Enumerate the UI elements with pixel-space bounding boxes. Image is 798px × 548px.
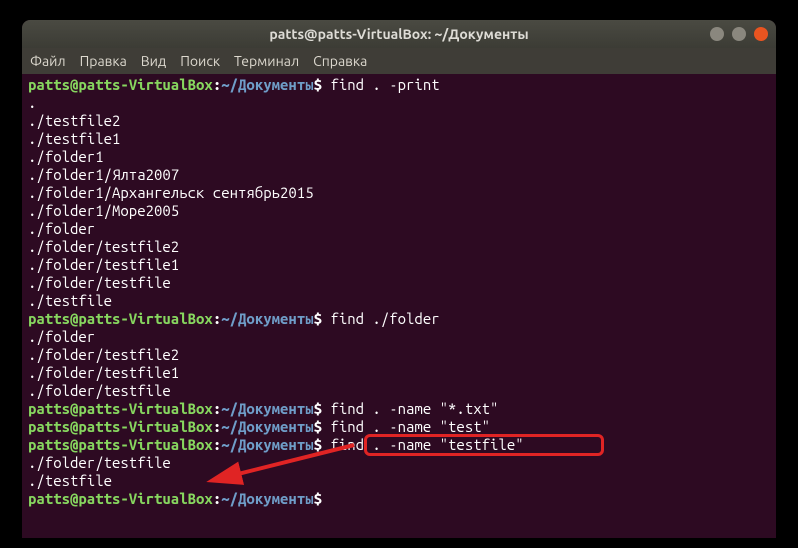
maximize-button[interactable] [732,27,746,41]
prompt-user: patts@patts-VirtualBox [28,400,213,417]
output-text: ./testfile2 [28,112,120,129]
prompt-sep: : [213,490,221,507]
output-line: ./folder [28,220,770,238]
prompt-line: patts@patts-VirtualBox:~/Документы$ find… [28,418,770,436]
prompt-line: patts@patts-VirtualBox:~/Документы$ find… [28,436,770,454]
prompt-line: patts@patts-VirtualBox:~/Документы$ find… [28,310,770,328]
output-text: ./folder1/Архангельск сентябрь2015 [28,184,314,201]
output-line: ./folder/testfile2 [28,346,770,364]
prompt-path: ~/Документы [221,436,313,453]
output-line: ./folder/testfile1 [28,256,770,274]
prompt-sep: : [213,436,221,453]
output-line: ./testfile [28,472,770,490]
prompt-path: ~/Документы [221,400,313,417]
command-text: find . -name "testfile" [322,436,524,453]
output-line: ./folder1/Ялта2007 [28,166,770,184]
output-text: ./folder/testfile [28,382,171,399]
prompt-path: ~/Документы [221,490,313,507]
output-text: ./folder1 [28,148,104,165]
prompt-sep: : [213,310,221,327]
menu-help[interactable]: Справка [313,53,367,69]
minimize-button[interactable] [710,27,724,41]
output-text: ./testfile [28,292,112,309]
command-text: find . -name "test" [322,418,490,435]
prompt-dollar: $ [314,490,322,507]
output-line: ./folder/testfile [28,454,770,472]
menu-edit[interactable]: Правка [80,53,127,69]
menu-file[interactable]: Файл [30,53,66,69]
prompt-sep: : [213,418,221,435]
close-button[interactable] [754,27,768,41]
output-line: ./testfile1 [28,130,770,148]
output-text: . [28,94,36,111]
prompt-line: patts@patts-VirtualBox:~/Документы$ find… [28,76,770,94]
output-text: ./folder [28,328,95,345]
prompt-user: patts@patts-VirtualBox [28,490,213,507]
menu-terminal[interactable]: Терминал [234,53,299,69]
prompt-path: ~/Документы [221,76,313,93]
output-text: ./folder/testfile1 [28,364,179,381]
output-line: ./folder/testfile1 [28,364,770,382]
output-line: ./testfile2 [28,112,770,130]
output-text: ./folder [28,220,95,237]
output-line: ./folder [28,328,770,346]
prompt-dollar: $ [314,436,322,453]
output-line: ./folder/testfile [28,274,770,292]
terminal-output[interactable]: patts@patts-VirtualBox:~/Документы$ find… [22,74,776,510]
titlebar: patts@patts-VirtualBox: ~/Документы [22,20,776,48]
output-line: ./folder/testfile [28,382,770,400]
menubar: Файл Правка Вид Поиск Терминал Справка [22,48,776,74]
output-text: ./testfile1 [28,130,120,147]
command-text: find . -name "*.txt" [322,400,498,417]
output-line: ./folder1/Архангельск сентябрь2015 [28,184,770,202]
output-line: ./folder/testfile2 [28,238,770,256]
prompt-path: ~/Документы [221,310,313,327]
prompt-sep: : [213,76,221,93]
output-line: ./folder1/Море2005 [28,202,770,220]
output-text: ./folder/testfile2 [28,346,179,363]
prompt-dollar: $ [314,418,322,435]
output-line: . [28,94,770,112]
output-text: ./folder1/Море2005 [28,202,179,219]
prompt-user: patts@patts-VirtualBox [28,418,213,435]
output-text: ./folder1/Ялта2007 [28,166,179,183]
prompt-dollar: $ [314,76,322,93]
output-text: ./folder/testfile [28,274,171,291]
prompt-sep: : [213,400,221,417]
output-text: ./testfile [28,472,112,489]
output-text: ./folder/testfile [28,454,171,471]
output-line: ./folder1 [28,148,770,166]
terminal-window: patts@patts-VirtualBox: ~/Документы Файл… [22,20,776,538]
window-title: patts@patts-VirtualBox: ~/Документы [269,26,528,42]
output-text: ./folder/testfile1 [28,256,179,273]
prompt-dollar: $ [314,400,322,417]
prompt-path: ~/Документы [221,418,313,435]
menu-search[interactable]: Поиск [180,53,220,69]
window-controls [710,27,768,41]
menu-view[interactable]: Вид [141,53,166,69]
prompt-user: patts@patts-VirtualBox [28,310,213,327]
command-text: find . -print [322,76,440,93]
prompt-user: patts@patts-VirtualBox [28,76,213,93]
prompt-line: patts@patts-VirtualBox:~/Документы$ find… [28,400,770,418]
output-text: ./folder/testfile2 [28,238,179,255]
prompt-dollar: $ [314,310,322,327]
output-line: ./testfile [28,292,770,310]
prompt-line: patts@patts-VirtualBox:~/Документы$ [28,490,770,508]
prompt-user: patts@patts-VirtualBox [28,436,213,453]
command-text: find ./folder [322,310,440,327]
